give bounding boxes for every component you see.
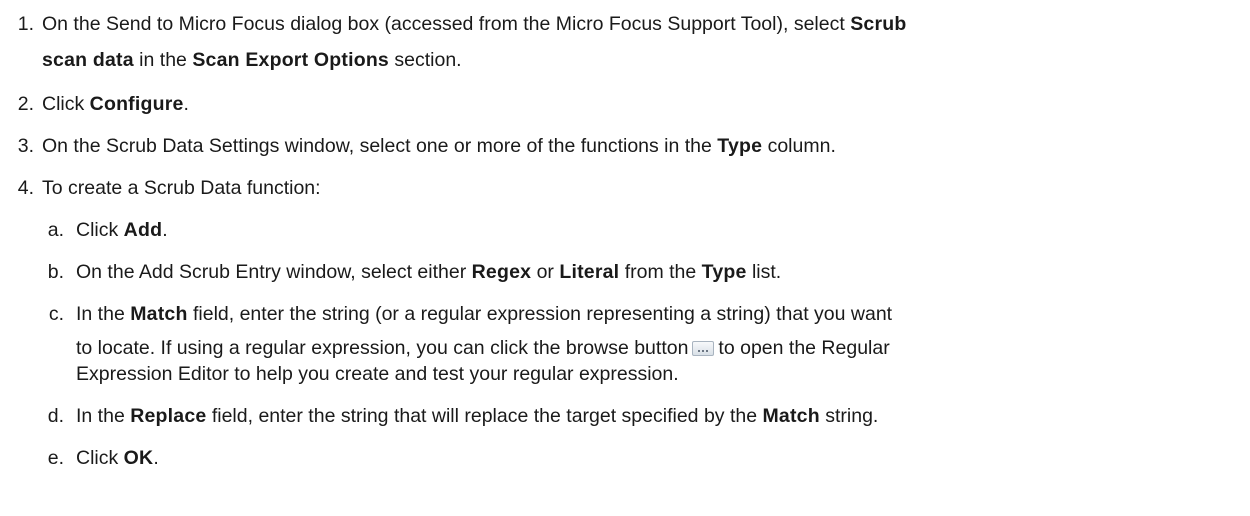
step-text: Click: [76, 219, 124, 241]
step-bold: Literal: [559, 261, 620, 283]
step-bold: Match: [762, 405, 820, 427]
step-text: section.: [388, 49, 462, 71]
step-bold: Match: [130, 303, 188, 325]
substep-letter: a.: [47, 219, 64, 241]
substep-letter: e.: [47, 447, 64, 469]
step-bold: Replace: [130, 405, 207, 427]
step-bold: scan data: [42, 49, 134, 71]
step-bold: Configure: [89, 93, 184, 115]
step-text: In the: [76, 405, 131, 427]
step-text: to open the Regular: [718, 337, 890, 359]
step-number: 2.: [17, 93, 34, 115]
browse-button-icon: [692, 341, 715, 356]
step-text: in the: [133, 49, 193, 71]
instructions-document: 1. On the Send to Micro Focus dialog box…: [0, 0, 1250, 516]
step-text: .: [162, 219, 168, 241]
step-text: column.: [762, 135, 836, 157]
step-text: .: [153, 447, 159, 469]
step-text: Click: [76, 447, 124, 469]
step-text: On the Scrub Data Settings window, selec…: [42, 135, 718, 157]
step-text: Expression Editor to help you create and…: [76, 363, 679, 385]
step-text: On the Send to Micro Focus dialog box (a…: [42, 13, 851, 35]
step-text: Click: [42, 93, 90, 115]
step-text: field, enter the string (or a regular ex…: [187, 303, 893, 325]
step-text: On the Add Scrub Entry window, select ei…: [76, 261, 472, 283]
step-bold: Type: [717, 135, 763, 157]
step-bold: Scan Export Options: [192, 49, 389, 71]
step-text: from the: [619, 261, 702, 283]
step-text: In the: [76, 303, 131, 325]
step-bold: OK: [123, 447, 154, 469]
substep-letter: c.: [48, 303, 64, 325]
substep-letter: b.: [47, 261, 64, 283]
substep-letter: d.: [47, 405, 64, 427]
step-number: 1.: [17, 13, 34, 35]
step-bold: Type: [701, 261, 747, 283]
step-bold: Add: [123, 219, 163, 241]
step-number: 3.: [17, 135, 34, 157]
step-text: to locate. If using a regular expression…: [76, 337, 689, 359]
step-text: or: [531, 261, 560, 283]
step-text: To create a Scrub Data function:: [42, 177, 321, 199]
step-text: list.: [746, 261, 782, 283]
step-bold: Scrub: [850, 13, 907, 35]
step-text: string.: [819, 405, 879, 427]
step-text: field, enter the string that will replac…: [206, 405, 763, 427]
step-number: 4.: [17, 177, 34, 199]
step-text: .: [183, 93, 189, 115]
step-bold: Regex: [471, 261, 532, 283]
